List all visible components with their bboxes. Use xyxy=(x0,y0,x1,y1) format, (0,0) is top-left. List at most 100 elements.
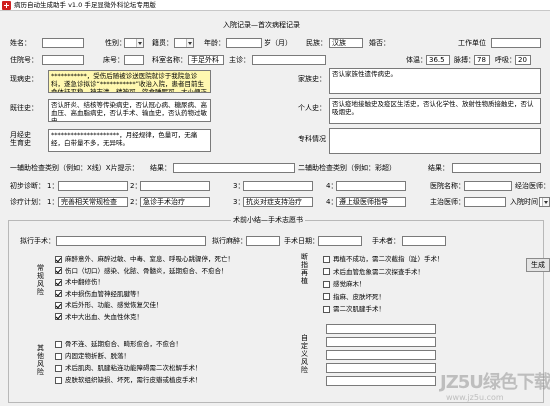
replantation-risk-checkbox[interactable] xyxy=(323,280,330,288)
other-risk-checkbox[interactable] xyxy=(55,376,62,384)
routine-risk-checkbox[interactable] xyxy=(55,255,62,263)
work-unit-input[interactable] xyxy=(491,38,541,48)
replantation-group-label: 断指再植 xyxy=(301,253,308,285)
personal-history-text[interactable]: 否认疫地接触史及疫区生活史，否认化学性、放射性物质接触史，否认吸烟史。 xyxy=(329,98,541,124)
nation-input[interactable]: 汉族 xyxy=(329,38,363,48)
admission-date-select[interactable] xyxy=(539,197,550,207)
planned-surgery-label: 拟行手术： xyxy=(20,237,55,245)
custom-risk-input-3[interactable] xyxy=(326,350,436,360)
plan-2-input[interactable]: 急诊手术治疗 xyxy=(140,197,210,207)
plan-1-input[interactable]: 完善相关常规检查 xyxy=(58,197,128,207)
other-risk-group-label: 其他风险 xyxy=(37,344,44,376)
routine-risk-checkbox[interactable] xyxy=(55,313,62,320)
director-input[interactable] xyxy=(252,55,326,65)
routine-risk-checkbox[interactable] xyxy=(55,290,62,297)
replantation-risk-label: 指麻、皮肤坏死！ xyxy=(333,292,385,301)
replantation-risk-checkbox[interactable] xyxy=(323,268,330,275)
generate-button[interactable]: 生成 xyxy=(526,258,550,272)
other-risk-checkbox[interactable] xyxy=(55,352,62,360)
family-history-text[interactable]: 否认家族性遗传病史。 xyxy=(329,68,541,94)
diagnosis-2-input[interactable] xyxy=(140,181,210,191)
custom-risk-input-5[interactable] xyxy=(326,376,436,386)
menstrual-history-text[interactable]: *********************，月经规律，色量可，无痛经，白带量不多… xyxy=(48,129,211,152)
menstrual-history-label: 月经史 生育史 xyxy=(10,131,31,147)
name-label: 姓名： xyxy=(10,39,31,47)
bed-label: 床号： xyxy=(103,56,124,64)
routine-risk-checkbox[interactable] xyxy=(55,301,62,309)
resp-label: 呼吸： xyxy=(495,56,516,64)
director-label: 主诊： xyxy=(229,56,250,64)
routine-risk-label: 伤口（切口）感染、化脓、骨髓炎，延期愈合、不愈合！ xyxy=(65,266,228,275)
planned-surgery-input[interactable] xyxy=(56,236,206,246)
aux-exam-1-result-input[interactable] xyxy=(173,163,295,173)
diagnosis-1-input[interactable] xyxy=(58,181,128,191)
plan-3-input[interactable]: 抗炎对症支持治疗 xyxy=(243,197,313,207)
custom-risk-input-1[interactable] xyxy=(326,324,436,334)
temp-label: 体温： xyxy=(406,56,427,64)
routine-risk-checkbox[interactable] xyxy=(55,278,62,286)
diagnosis-3-input[interactable] xyxy=(243,181,313,191)
diagnosis-label: 初步诊断： xyxy=(10,182,45,190)
routine-risk-label: 术中翻修伤！ xyxy=(65,278,104,286)
routine-risk-label: 术后外形、功能、感觉恢复欠佳！ xyxy=(65,301,163,309)
dept-input[interactable]: 手足外科 xyxy=(188,55,224,65)
custom-risk-input-2[interactable] xyxy=(326,337,436,347)
surgery-date-input[interactable] xyxy=(318,236,362,246)
present-history-label: 现病史： xyxy=(10,75,38,83)
replantation-risk-checkbox[interactable] xyxy=(323,293,330,300)
routine-risk-label: 麻醉意外、麻醉过敏、中毒、窒息、呼吸心跳骤停，死亡！ xyxy=(65,255,234,263)
admission-no-input[interactable] xyxy=(42,55,84,65)
operator-input[interactable] xyxy=(402,236,446,246)
routine-risk-label: 术中损伤血管神经肌腱等！ xyxy=(65,289,143,298)
sex-select[interactable] xyxy=(124,38,144,48)
planned-anesthesia-input[interactable] xyxy=(246,236,280,246)
other-risk-checkbox[interactable] xyxy=(55,340,62,348)
ethnic-select[interactable] xyxy=(174,38,194,48)
app-logo-icon xyxy=(2,1,11,10)
plan-1-label: 1： xyxy=(47,198,59,206)
custom-risk-input-4[interactable] xyxy=(326,363,436,373)
other-risk-label: 皮肤软组织缺损、坏死，需行皮瓣或植皮手术！ xyxy=(65,376,202,384)
name-input[interactable] xyxy=(42,38,84,48)
special-condition-text[interactable] xyxy=(329,128,541,154)
age-unit-label: 岁（月） xyxy=(264,39,292,47)
replantation-risk-label: 再植不成功，需二次截指（趾）手术！ xyxy=(333,255,444,263)
diagnosis-4-input[interactable] xyxy=(336,181,406,191)
aux-exam-2-result-input[interactable] xyxy=(452,163,541,173)
pulse-label: 脉搏： xyxy=(454,56,475,64)
dept-label: 科室名称： xyxy=(152,56,187,64)
routine-risk-label: 术中大出血、失血性休克！ xyxy=(65,312,143,321)
aux-exam-1-label: 一辅助检查类别（例如：X线）X片提示： xyxy=(10,164,139,172)
other-risk-label: 内固定物折断、脱落！ xyxy=(65,352,130,360)
hospital-input[interactable] xyxy=(464,181,512,191)
preop-group-title: 术前小结—手术志愿书 xyxy=(231,216,305,225)
aux-exam-2-label: 二辅助检查类别（例如：彩超） xyxy=(298,164,396,172)
routine-risk-checkbox[interactable] xyxy=(55,267,62,274)
past-history-text[interactable]: 否认肝炎、结核等传染病史，否认冠心病、糖尿病、高血压、高血脂病史，否认手术、输血… xyxy=(48,99,211,122)
chevron-down-icon xyxy=(136,39,143,47)
chevron-down-icon xyxy=(186,39,193,47)
replantation-risk-checkbox[interactable] xyxy=(323,305,330,313)
resp-input[interactable]: 20 xyxy=(515,55,531,65)
present-history-text[interactable]: ***********，受伤后随被诊送医院就诊于我院急诊科，遂急诊拟诊“****… xyxy=(48,70,211,93)
other-risk-label: 骨不连、延期愈合、畸形愈合，不愈合！ xyxy=(65,340,182,348)
temp-input[interactable]: 36.5 xyxy=(426,55,450,65)
plan-4-input[interactable]: 遵上级医师指导 xyxy=(336,197,406,207)
doctor-label: 经治医师： xyxy=(515,182,550,190)
routine-risk-group-label: 常规风险 xyxy=(37,264,44,296)
bed-input[interactable] xyxy=(124,55,144,65)
chief-doctor-input[interactable] xyxy=(464,197,506,207)
plan-label: 诊疗计划： xyxy=(10,198,45,206)
chief-doctor-label: 主治医师： xyxy=(430,198,465,206)
replantation-risk-checkbox[interactable] xyxy=(323,255,330,263)
replantation-risk-label: 需二次肌腱手术！ xyxy=(333,305,385,313)
window-title: 病历自动生成助手 v1.0 手足显微外科论坛专用版 xyxy=(14,1,156,9)
diagnosis-1-label: 1： xyxy=(47,182,59,190)
pulse-input[interactable]: 78 xyxy=(474,55,490,65)
nation-label: 民族： xyxy=(306,39,327,47)
other-risk-label: 术后肌肉、肌腱粘连功能障碍需二次松解手术！ xyxy=(65,364,202,372)
age-input[interactable] xyxy=(226,38,262,48)
other-risk-checkbox[interactable] xyxy=(55,364,62,372)
aux-exam-2-result-label: 结果： xyxy=(428,164,449,172)
watermark: JZ5U绿色下载 www.jz5u.com xyxy=(440,366,550,406)
